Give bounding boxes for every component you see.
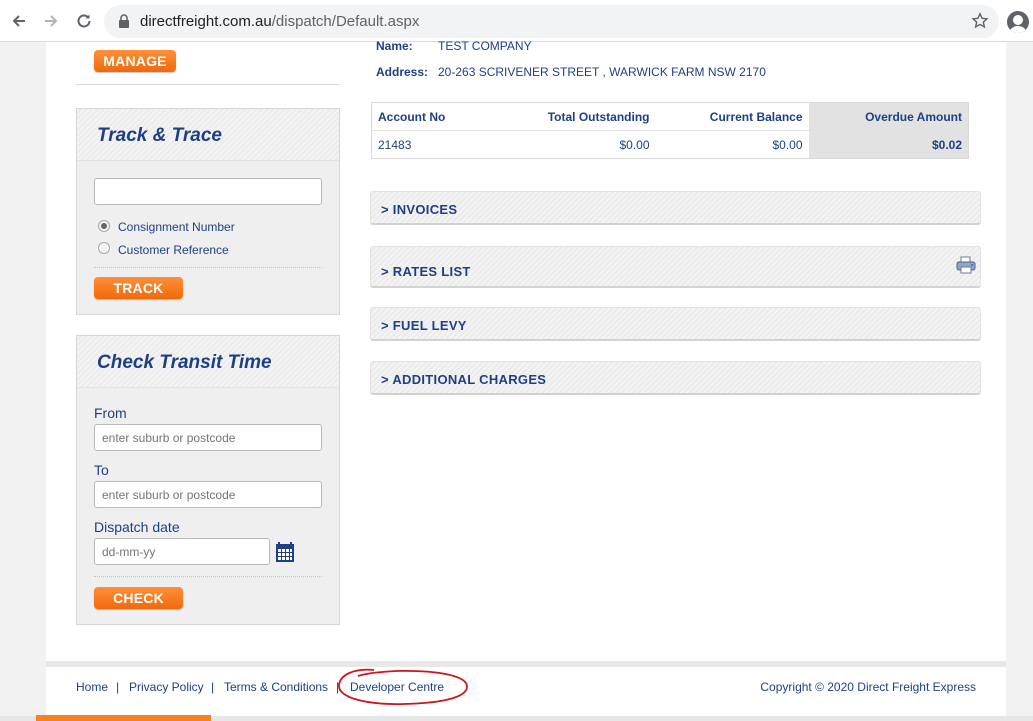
page-content: MANAGE Track & Trace Consignment Number … — [46, 39, 1006, 661]
name-label: Name: — [376, 39, 413, 53]
address-bar[interactable]: directfreight.com.au/dispatch/Default.as… — [104, 5, 999, 38]
calendar-icon[interactable] — [275, 541, 295, 568]
track-trace-header: Track & Trace — [77, 109, 339, 161]
invoices-section[interactable]: > INVOICES — [370, 191, 981, 225]
cell-total-outstanding: $0.00 — [619, 137, 650, 152]
track-trace-panel: Track & Trace Consignment Number Custome… — [76, 108, 340, 315]
col-account-no: Account No — [371, 102, 482, 131]
transit-time-header: Check Transit Time — [77, 336, 339, 388]
radio-customer-reference-label: Customer Reference — [118, 243, 229, 257]
reload-icon[interactable] — [73, 10, 95, 32]
company-name: TEST COMPANY — [438, 39, 532, 53]
check-button[interactable]: CHECK — [94, 587, 183, 609]
fuel-levy-section-label: > FUEL LEVY — [381, 318, 467, 333]
additional-charges-section-label: > ADDITIONAL CHARGES — [381, 372, 547, 387]
radio-consignment-number-label: Consignment Number — [118, 220, 235, 234]
col-total-outstanding: Total Outstanding — [481, 102, 656, 131]
address-label: Address: — [376, 65, 429, 79]
from-suburb-input[interactable] — [94, 424, 322, 451]
footer-separator: | — [211, 680, 215, 694]
to-suburb-input[interactable] — [94, 481, 322, 508]
manage-panel-bottom-border — [76, 84, 339, 85]
printer-icon[interactable] — [956, 256, 976, 279]
site-footer: Home | Privacy Policy | Terms & Conditio… — [46, 661, 1006, 716]
track-trace-title: Track & Trace — [97, 125, 222, 146]
copyright-text: Copyright © 2020 Direct Freight Express — [760, 680, 976, 694]
footer-separator: | — [116, 680, 120, 694]
to-label: To — [94, 462, 109, 478]
additional-charges-section[interactable]: > ADDITIONAL CHARGES — [370, 361, 981, 395]
invoices-section-label: > INVOICES — [381, 202, 458, 217]
radio-customer-reference[interactable] — [98, 242, 110, 254]
rates-list-section-label: > RATES LIST — [381, 264, 471, 279]
browser-toolbar: directfreight.com.au/dispatch/Default.as… — [0, 0, 1033, 42]
back-icon[interactable] — [8, 10, 30, 32]
transit-time-title: Check Transit Time — [97, 352, 272, 373]
divider — [94, 576, 322, 577]
transit-time-panel: Check Transit Time From To Dispatch date… — [76, 335, 340, 625]
footer-link-privacy-policy[interactable]: Privacy Policy — [129, 680, 204, 694]
lock-icon — [118, 14, 130, 33]
fuel-levy-section[interactable]: > FUEL LEVY — [370, 307, 981, 341]
dispatch-date-label: Dispatch date — [94, 519, 180, 535]
footer-link-terms-conditions[interactable]: Terms & Conditions — [224, 680, 328, 694]
footer-link-home[interactable]: Home — [76, 680, 108, 694]
from-label: From — [94, 405, 127, 421]
dispatch-date-input[interactable] — [94, 538, 270, 565]
url-domain: directfreight.com.au — [140, 13, 272, 30]
table-row: 21483 $0.00 $0.00 $0.02 — [372, 130, 969, 159]
cell-account-no: 21483 — [378, 137, 412, 152]
table-header-row: Account No Total Outstanding Current Bal… — [371, 102, 969, 131]
rates-list-section[interactable]: > RATES LIST — [370, 246, 981, 288]
url-text: directfreight.com.au/dispatch/Default.as… — [140, 13, 419, 30]
forward-icon[interactable] — [40, 10, 62, 32]
col-overdue-amount: Overdue Amount — [808, 102, 969, 131]
profile-avatar-icon[interactable] — [1007, 11, 1029, 33]
cell-current-balance: $0.00 — [772, 137, 803, 152]
red-annotation-circle — [338, 668, 468, 705]
col-current-balance: Current Balance — [655, 102, 809, 131]
brand-logo-strip — [36, 715, 211, 721]
consignment-search-input[interactable] — [94, 178, 322, 205]
cell-overdue-amount: $0.02 — [808, 130, 969, 159]
account-summary-table: Account No Total Outstanding Current Bal… — [371, 102, 969, 159]
manage-button[interactable]: MANAGE — [94, 50, 176, 72]
radio-consignment-number[interactable] — [98, 220, 110, 232]
url-path: /dispatch/Default.aspx — [271, 13, 420, 30]
track-button[interactable]: TRACK — [94, 277, 183, 299]
company-address: 20-263 SCRIVENER STREET , WARWICK FARM N… — [438, 65, 766, 79]
divider — [94, 267, 322, 268]
bookmark-star-icon[interactable] — [971, 12, 989, 35]
